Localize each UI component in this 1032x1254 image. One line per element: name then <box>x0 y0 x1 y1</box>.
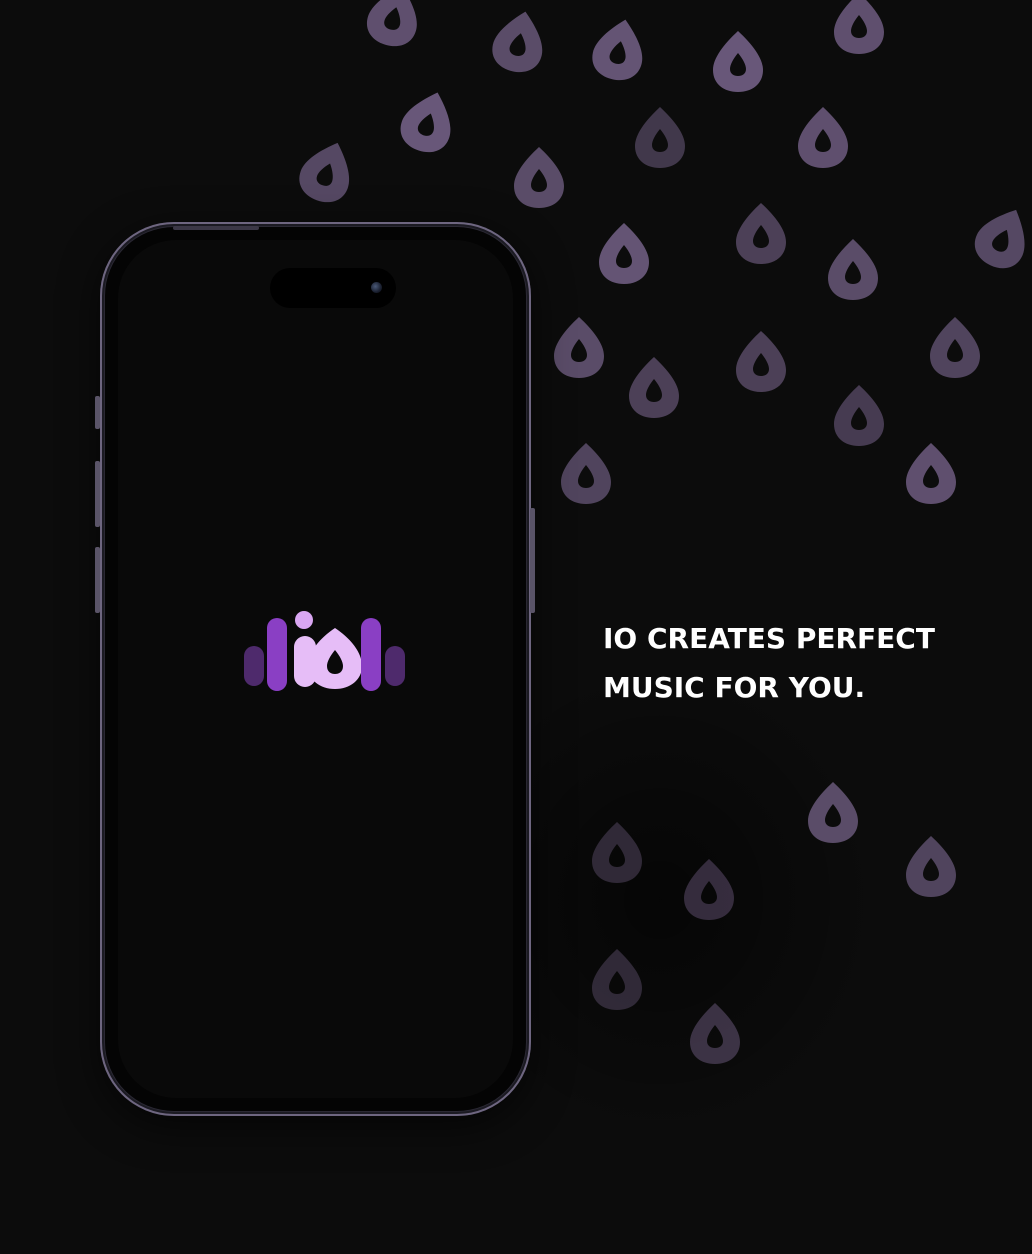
drop-icon <box>488 6 550 77</box>
drop-icon <box>930 317 980 378</box>
drop-icon <box>736 331 786 392</box>
drop-icon <box>834 0 884 54</box>
io-logo <box>244 611 405 691</box>
volume-down-button <box>95 547 100 613</box>
drop-icon <box>906 836 956 897</box>
drop-icon <box>967 199 1032 276</box>
drop-icon <box>592 949 642 1010</box>
drop-icon <box>906 443 956 504</box>
drop-icon <box>561 443 611 504</box>
logo-bar-left-inner <box>267 618 287 691</box>
drop-icon <box>808 782 858 843</box>
drop-icon <box>798 107 848 168</box>
power-button <box>530 508 535 613</box>
camera-icon <box>371 282 382 293</box>
drop-icon <box>713 31 763 92</box>
logo-bar-right-inner <box>361 618 381 691</box>
dynamic-island <box>270 268 396 308</box>
drop-icon <box>690 1003 740 1064</box>
tagline-line-2: MUSIC FOR YOU. <box>603 671 866 704</box>
tagline: IO CREATES PERFECT MUSIC FOR YOU. <box>603 614 983 712</box>
drop-icon <box>293 134 362 209</box>
drop-icon <box>514 147 564 208</box>
drop-icon <box>362 0 427 52</box>
drop-icon <box>554 317 604 378</box>
volume-up-button <box>95 461 100 527</box>
drop-icon <box>588 14 650 85</box>
drop-icon <box>684 859 734 920</box>
drop-icon <box>394 84 462 159</box>
logo-letter-o <box>308 628 362 689</box>
tagline-line-1: IO CREATES PERFECT <box>603 622 935 655</box>
drop-icon <box>592 822 642 883</box>
logo-bar-right-outer <box>385 646 405 686</box>
drop-icon <box>629 357 679 418</box>
speaker-slot <box>173 226 259 230</box>
action-button <box>95 396 100 429</box>
drop-icon <box>635 107 685 168</box>
drop-icon <box>736 203 786 264</box>
logo-letter-i-dot <box>295 611 313 629</box>
drop-icon <box>834 385 884 446</box>
logo-bar-left-outer <box>244 646 264 686</box>
drop-icon <box>599 223 649 284</box>
drop-icon <box>828 239 878 300</box>
